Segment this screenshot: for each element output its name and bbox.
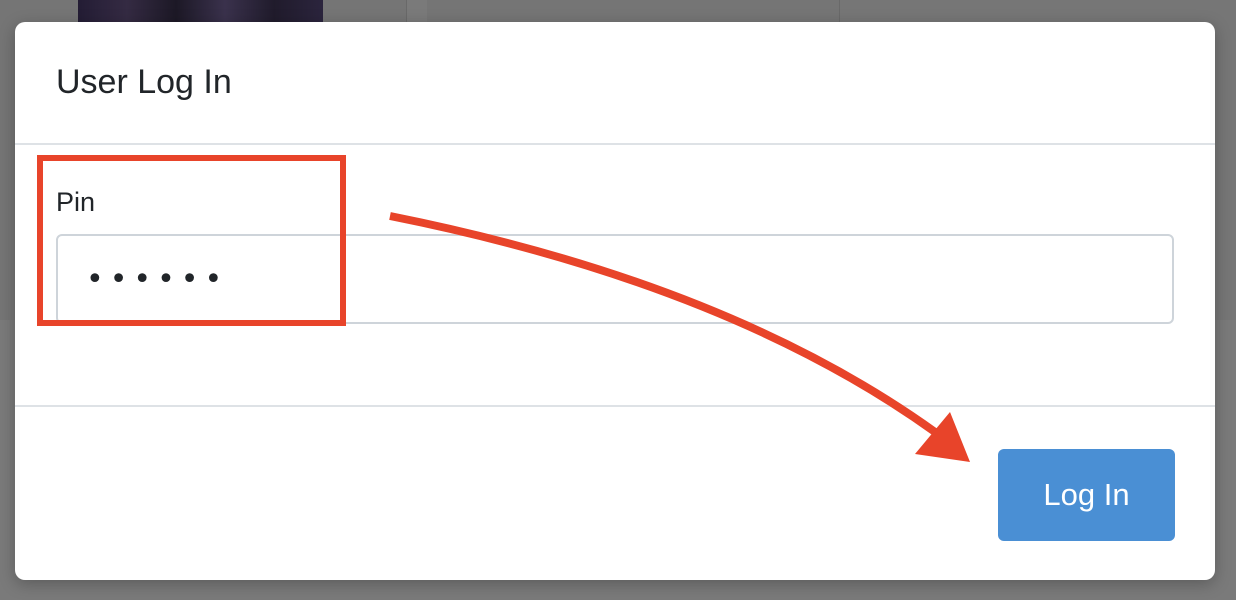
pin-input[interactable] bbox=[56, 234, 1174, 324]
modal-footer: Log In bbox=[15, 405, 1215, 580]
modal-header: User Log In bbox=[15, 22, 1215, 145]
pin-label: Pin bbox=[56, 187, 96, 217]
modal-title: User Log In bbox=[56, 63, 232, 101]
login-button[interactable]: Log In bbox=[998, 449, 1175, 541]
login-modal: User Log In Pin Log In bbox=[15, 22, 1215, 580]
